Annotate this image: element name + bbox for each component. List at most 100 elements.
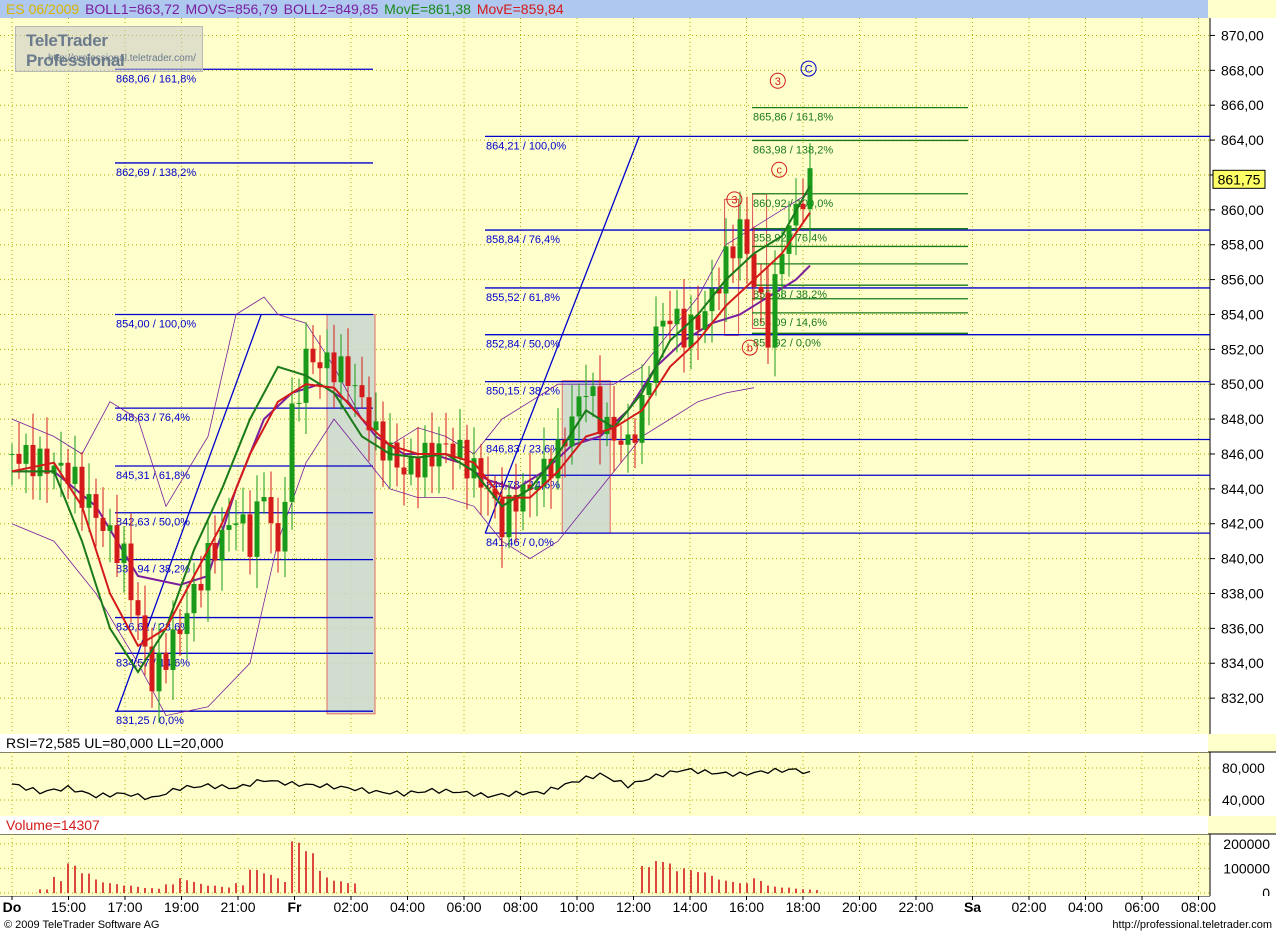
fib-level-label: 846,83 / 23,6%: [486, 444, 560, 456]
plot-background: [0, 0, 1276, 734]
candle-body: [373, 421, 379, 431]
time-tick-label: 04:00: [1068, 899, 1103, 915]
symbol-label: ES 06/2009: [6, 1, 80, 17]
candle-body: [93, 494, 99, 518]
candle-body: [779, 253, 785, 275]
candle-body: [730, 246, 736, 259]
candle-body: [177, 629, 183, 634]
indicator-move-green: MovE=861,38: [384, 1, 471, 17]
volume-tick-label: 100000: [1223, 860, 1270, 876]
candle-body: [240, 514, 246, 524]
volume-tick-label: 200000: [1223, 836, 1270, 852]
candle-body: [16, 453, 22, 464]
candle-body: [653, 326, 659, 384]
candle-body: [100, 517, 106, 531]
candle-body: [352, 385, 358, 387]
time-tick-label: 22:00: [898, 899, 933, 915]
time-tick-label: Fr: [288, 899, 303, 915]
time-tick-label: 06:00: [1124, 899, 1159, 915]
candle-body: [170, 629, 176, 670]
wave-label: b: [747, 343, 753, 355]
candle-body: [408, 456, 414, 475]
candle-body: [254, 501, 260, 557]
fib-level-label: 863,98 / 138,2%: [753, 144, 833, 156]
time-tick-label: 14:00: [672, 899, 707, 915]
price-tick-label: 846,00: [1221, 446, 1264, 462]
candle-body: [9, 453, 15, 455]
candle-body: [443, 443, 449, 445]
candle-body: [324, 352, 330, 369]
time-tick-label: 20:00: [842, 899, 877, 915]
price-tick-label: 848,00: [1221, 411, 1264, 427]
candle-body: [660, 320, 666, 327]
time-tick-label: 19:00: [164, 899, 199, 915]
copyright-text: © 2009 TeleTrader Software AG: [4, 919, 160, 931]
fib-level-label: 855,52 / 61,8%: [486, 292, 560, 304]
rsi-tick-label: 40,000: [1222, 792, 1265, 808]
logo-title: TeleTrader Professional: [26, 31, 125, 70]
fib-level-label: 854,00 / 100,0%: [116, 318, 196, 330]
candle-body: [212, 542, 218, 561]
time-tick-label: 17:00: [107, 899, 142, 915]
time-tick-label: Do: [3, 899, 22, 915]
price-tick-label: 858,00: [1221, 237, 1264, 253]
candle-body: [268, 497, 274, 524]
price-panel: 832,00 834,00 836,00 838,00 840,00 842,00 844,…: [0, 0, 1276, 734]
candle-body: [156, 652, 162, 692]
candle-body: [415, 456, 421, 478]
candle-body: [457, 439, 463, 459]
candle-body: [744, 219, 750, 254]
candle-body: [702, 311, 708, 330]
fib-level-label: 868,06 / 161,8%: [116, 73, 196, 85]
time-tick-label: 18:00: [785, 899, 820, 915]
time-tick-label: 04:00: [390, 899, 425, 915]
indicator-move-red: MovE=859,84: [476, 1, 564, 17]
time-tick-label: 10:00: [559, 899, 594, 915]
candle-body: [128, 543, 134, 601]
fib-level-label: 852,84 / 50,0%: [486, 339, 560, 351]
time-tick-label: 02:00: [333, 899, 368, 915]
teletrader-logo: TeleTrader Professional http://professio…: [15, 26, 203, 72]
price-tick-label: 864,00: [1221, 132, 1264, 148]
price-tick-label: 836,00: [1221, 620, 1264, 636]
wave-label: C: [805, 64, 813, 76]
candle-body: [163, 652, 169, 670]
candle-body: [233, 523, 239, 526]
price-chart[interactable]: 832,00 834,00 836,00 838,00 840,00 842,00 844,…: [0, 0, 1276, 734]
candle-body: [226, 525, 232, 530]
candle-body: [667, 320, 673, 325]
fib-level-label: 848,63 / 76,4%: [116, 412, 190, 424]
candle-body: [310, 348, 316, 363]
candle-body: [58, 462, 64, 466]
price-tick-label: 868,00: [1221, 62, 1264, 78]
wave-label: c: [776, 165, 782, 177]
price-tick-label: 870,00: [1221, 27, 1264, 43]
price-tick-label: 856,00: [1221, 272, 1264, 288]
wave-label: 3: [731, 194, 737, 206]
candle-body: [331, 352, 337, 383]
candle-body: [275, 523, 281, 552]
candle-body: [219, 529, 225, 561]
footer-url: http://professional.teletrader.com: [1112, 919, 1272, 931]
candle-body: [338, 356, 344, 383]
candle-body: [737, 219, 743, 259]
time-tick-label: 15:00: [51, 899, 86, 915]
indicator-header: ES 06/2009 BOLL1=863,72 MOVS=856,79 BOLL…: [0, 0, 1208, 18]
fib-level-label: 831,25 / 0,0%: [116, 715, 184, 727]
candle-body: [247, 514, 253, 557]
price-tick-label: 832,00: [1221, 690, 1264, 706]
fib-level-label: 850,15 / 38,2%: [486, 386, 560, 398]
price-tick-label: 854,00: [1221, 306, 1264, 322]
fib-level-label: 842,63 / 50,0%: [116, 517, 190, 529]
fib-level-label: 860,92 / 100,0%: [753, 198, 833, 210]
candle-body: [198, 583, 204, 591]
candle-body: [296, 402, 302, 404]
fib-level-label: 852,92 / 0,0%: [753, 337, 821, 349]
candle-body: [576, 396, 582, 417]
rsi-header: RSI=72,585 UL=80,000 LL=20,000: [0, 734, 1208, 752]
price-tick-label: 860,00: [1221, 202, 1264, 218]
candle-body: [800, 203, 806, 210]
time-tick-label: 21:00: [220, 899, 255, 915]
volume-header: Volume=14307: [0, 816, 1208, 834]
time-axis-panel: Do 15:00 17:00 19:00 21:00 Fr 02:00 04:00 06:00 0…: [0, 896, 1276, 916]
